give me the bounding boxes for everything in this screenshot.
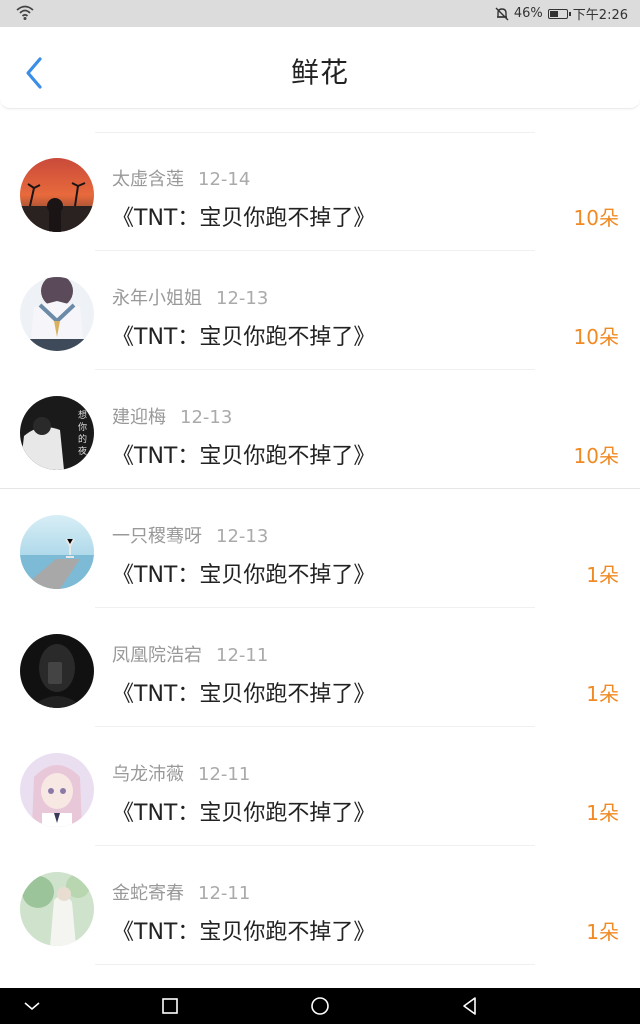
- status-bar: 46% 下午2:26: [0, 0, 640, 27]
- list-item[interactable]: 凤凰院浩宕 12-11 《TNT：宝贝你跑不掉了》 1朵: [0, 608, 640, 727]
- user-meta: 一只稷骞呀 12-13: [112, 522, 268, 548]
- flower-count: 1朵: [586, 563, 619, 587]
- user-meta: 乌龙沛薇 12-11: [112, 760, 250, 786]
- gift-date: 12-13: [216, 288, 269, 309]
- gift-date: 12-13: [216, 526, 269, 547]
- user-meta: 永年小姐姐 12-13: [112, 284, 268, 310]
- username[interactable]: 太虚含莲: [112, 169, 184, 190]
- user-meta: 凤凰院浩宕 12-11: [112, 641, 268, 667]
- username[interactable]: 凤凰院浩宕: [112, 645, 202, 666]
- book-title[interactable]: 《TNT：宝贝你跑不掉了》: [112, 914, 375, 946]
- back-triangle-icon[interactable]: [458, 994, 482, 1018]
- hide-keyboard-chevron-icon[interactable]: [20, 994, 44, 1018]
- flower-count: 1朵: [586, 801, 619, 825]
- book-title[interactable]: 《TNT：宝贝你跑不掉了》: [112, 557, 375, 589]
- gift-date: 12-11: [198, 883, 251, 904]
- username[interactable]: 一只稷骞呀: [112, 526, 202, 547]
- page-title: 鲜花: [290, 56, 349, 89]
- gift-date: 12-11: [216, 645, 269, 666]
- user-meta: 太虚含莲 12-14: [112, 165, 250, 191]
- avatar[interactable]: [20, 634, 94, 708]
- svg-text:想: 想: [78, 409, 87, 421]
- book-title[interactable]: 《TNT：宝贝你跑不掉了》: [112, 319, 375, 351]
- list-item[interactable]: 金蛇寄春 12-11 《TNT：宝贝你跑不掉了》 1朵: [0, 846, 640, 965]
- list-divider: [95, 964, 535, 965]
- home-circle-icon[interactable]: [308, 994, 332, 1018]
- username[interactable]: 建迎梅: [112, 407, 166, 428]
- avatar[interactable]: [20, 753, 94, 827]
- username[interactable]: 永年小姐姐: [112, 288, 202, 309]
- avatar[interactable]: [20, 277, 94, 351]
- book-title[interactable]: 《TNT：宝贝你跑不掉了》: [112, 795, 375, 827]
- recents-square-icon[interactable]: [158, 994, 182, 1018]
- book-title[interactable]: 《TNT：宝贝你跑不掉了》: [112, 676, 375, 708]
- list-item[interactable]: 太虚含莲 12-14 《TNT：宝贝你跑不掉了》 10朵: [0, 132, 640, 251]
- user-meta: 金蛇寄春 12-11: [112, 879, 250, 905]
- book-title[interactable]: 《TNT：宝贝你跑不掉了》: [112, 200, 375, 232]
- app-header: 鲜花: [0, 27, 640, 109]
- battery-percent: 46%: [513, 6, 543, 21]
- clock: 下午2:26: [572, 8, 628, 23]
- username[interactable]: 金蛇寄春: [112, 883, 184, 904]
- gift-date: 12-14: [198, 169, 251, 190]
- battery-icon: [547, 8, 571, 19]
- svg-text:的: 的: [78, 433, 87, 445]
- wifi-icon: [16, 5, 34, 20]
- flower-count: 1朵: [586, 920, 619, 944]
- book-title[interactable]: 《TNT：宝贝你跑不掉了》: [112, 438, 375, 470]
- gift-date: 12-13: [180, 407, 233, 428]
- system-nav-bar: [0, 988, 640, 1024]
- avatar[interactable]: [20, 515, 94, 589]
- flower-count: 1朵: [586, 682, 619, 706]
- list-item[interactable]: 想你的夜建迎梅 12-13 《TNT：宝贝你跑不掉了》 10朵: [0, 370, 640, 489]
- svg-text:夜: 夜: [78, 445, 87, 457]
- avatar[interactable]: [20, 872, 94, 946]
- gift-date: 12-11: [198, 764, 251, 785]
- svg-text:你: 你: [78, 421, 87, 433]
- flower-count: 10朵: [573, 444, 619, 468]
- list-item[interactable]: 永年小姐姐 12-13 《TNT：宝贝你跑不掉了》 10朵: [0, 251, 640, 370]
- avatar[interactable]: [20, 158, 94, 232]
- flower-gift-list[interactable]: 太虚含莲 12-14 《TNT：宝贝你跑不掉了》 10朵 永年小姐姐 12-13 《TNT：…: [0, 110, 640, 990]
- username[interactable]: 乌龙沛薇: [112, 764, 184, 785]
- flower-count: 10朵: [573, 325, 619, 349]
- user-meta: 建迎梅 12-13: [112, 403, 232, 429]
- list-item[interactable]: 一只稷骞呀 12-13 《TNT：宝贝你跑不掉了》 1朵: [0, 489, 640, 608]
- list-item[interactable]: 乌龙沛薇 12-11 《TNT：宝贝你跑不掉了》 1朵: [0, 727, 640, 846]
- flower-count: 10朵: [573, 206, 619, 230]
- avatar[interactable]: 想你的夜: [20, 396, 94, 470]
- mute-bell-icon: [495, 7, 509, 20]
